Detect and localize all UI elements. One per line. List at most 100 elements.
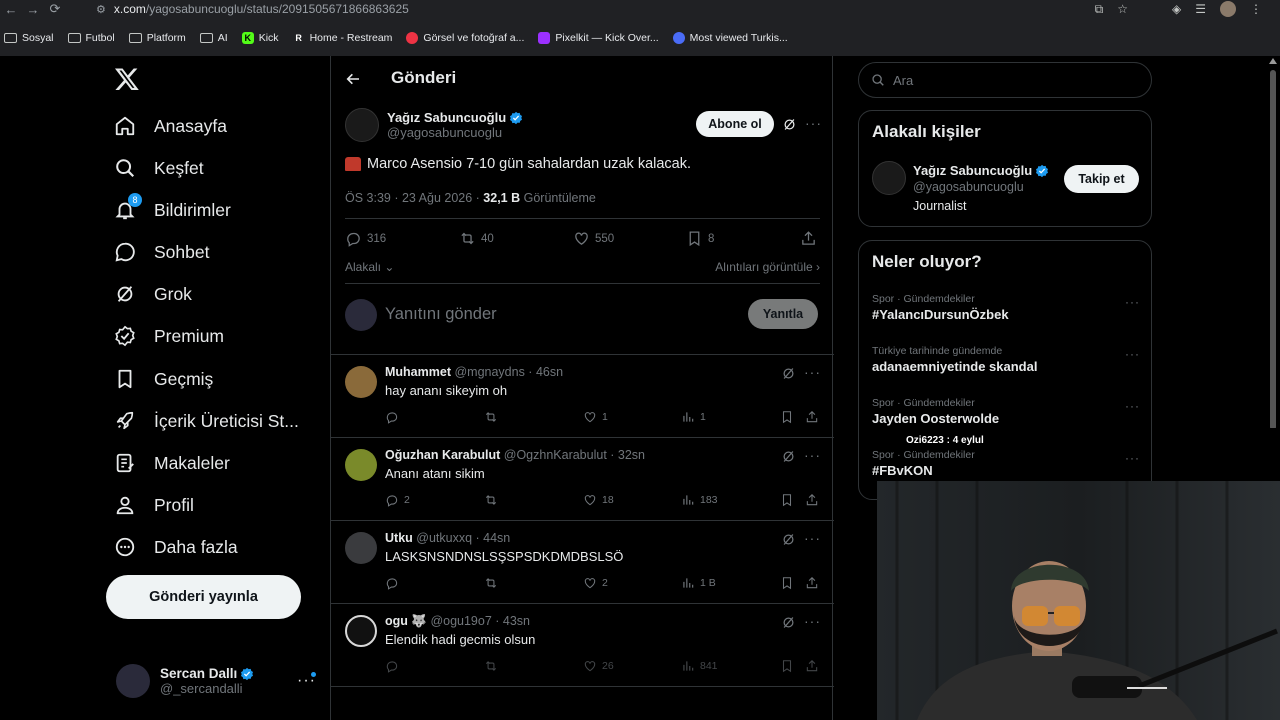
star-icon[interactable]: ☆ xyxy=(1117,2,1128,16)
view-quotes-link[interactable]: Alıntıları görüntüle › xyxy=(715,260,820,274)
share-action[interactable] xyxy=(805,659,819,673)
bookmark-action[interactable] xyxy=(780,576,794,590)
site-info-icon[interactable]: ⚙ xyxy=(96,3,106,16)
repost-action[interactable] xyxy=(484,576,503,590)
grok-icon[interactable] xyxy=(782,117,797,132)
nav-bookmarks[interactable]: Geçmiş xyxy=(114,364,213,394)
grok-icon[interactable] xyxy=(781,366,796,381)
bookmark-kick[interactable]: K Kick xyxy=(241,32,279,44)
bookmark-action[interactable] xyxy=(780,410,794,424)
author-name[interactable]: Yağız Sabuncuoğlu xyxy=(387,110,506,125)
bookmark-most-viewed[interactable]: Most viewed Turkis... xyxy=(672,32,788,44)
bookmark-sosyal[interactable]: Sosyal xyxy=(4,32,54,44)
sort-relevant-dropdown[interactable]: Alakalı ⌄ xyxy=(345,260,394,274)
follow-button[interactable]: Takip et xyxy=(1064,165,1139,193)
post-more-icon[interactable]: ··· xyxy=(805,115,822,131)
views-action[interactable]: 841 xyxy=(681,659,718,673)
nav-grok[interactable]: Grok xyxy=(114,279,192,309)
bookmark-ai[interactable]: AI xyxy=(199,32,228,44)
like-action[interactable]: 550 xyxy=(573,230,614,247)
extension-icon[interactable]: ◈ xyxy=(1172,2,1181,16)
reply-author-name[interactable]: Utku xyxy=(385,531,413,545)
bookmark-platform[interactable]: Platform xyxy=(128,32,186,44)
trend-item[interactable]: Türkiye tarihinde gündemde adanaemniyeti… xyxy=(872,345,1142,374)
bookmark-action[interactable]: 8 xyxy=(686,230,714,247)
repost-action[interactable] xyxy=(484,493,503,507)
x-logo-icon[interactable] xyxy=(114,66,140,92)
trend-more-icon[interactable]: ··· xyxy=(1125,451,1140,465)
reply-button[interactable]: Yanıtla xyxy=(748,299,818,329)
reply-action[interactable]: 2 xyxy=(385,493,410,507)
reply-item[interactable]: Muhammet @mgnaydns · 46sn ··· hay ananı … xyxy=(331,354,834,437)
person-info[interactable]: Yağız Sabuncuoğlu @yagosabuncuoglu Journ… xyxy=(913,163,1049,213)
reply-action[interactable]: 316 xyxy=(345,230,386,247)
repost-action[interactable] xyxy=(484,410,503,424)
reply-more-icon[interactable]: ··· xyxy=(804,613,821,629)
search-input[interactable]: Ara xyxy=(858,62,1152,98)
reply-more-icon[interactable]: ··· xyxy=(804,364,821,380)
trend-more-icon[interactable]: ··· xyxy=(1125,295,1140,309)
reply-author-name[interactable]: Oğuzhan Karabulut xyxy=(385,448,500,462)
views-action[interactable]: 1 B xyxy=(681,576,716,590)
repost-action[interactable] xyxy=(484,659,503,673)
reply-more-icon[interactable]: ··· xyxy=(804,447,821,463)
avatar[interactable] xyxy=(345,615,377,647)
menu-icon[interactable]: ⋮ xyxy=(1250,2,1262,16)
nav-notifications[interactable]: 8 Bildirimler xyxy=(114,193,231,225)
share-action[interactable] xyxy=(805,410,819,424)
bookmark-futbol[interactable]: Futbol xyxy=(67,32,115,44)
views-action[interactable]: 183 xyxy=(681,493,718,507)
nav-chat[interactable]: Sohbet xyxy=(114,237,209,267)
like-action[interactable]: 18 xyxy=(583,493,614,507)
reply-action[interactable] xyxy=(385,659,404,673)
post-button[interactable]: Gönderi yayınla xyxy=(106,575,301,619)
nav-more[interactable]: Daha fazla xyxy=(114,532,238,562)
bookmark-action[interactable] xyxy=(780,493,794,507)
queue-icon[interactable]: ☰ xyxy=(1195,2,1206,16)
avatar[interactable] xyxy=(345,449,377,481)
reply-input[interactable]: Yanıtını gönder xyxy=(385,305,497,324)
nav-home[interactable]: Anasayfa xyxy=(114,111,227,141)
avatar[interactable] xyxy=(345,532,377,564)
reply-author-name[interactable]: ogu 🐺 xyxy=(385,614,427,628)
views-action[interactable]: 1 xyxy=(681,410,706,424)
bookmark-restream[interactable]: R Home - Restream xyxy=(293,32,392,44)
reply-action[interactable] xyxy=(385,576,404,590)
bookmark-pixelkit[interactable]: Pixelkit — Kick Over... xyxy=(538,32,659,44)
share-action[interactable] xyxy=(805,493,819,507)
avatar[interactable] xyxy=(872,161,906,195)
grok-icon[interactable] xyxy=(781,532,796,547)
nav-creator-studio[interactable]: İçerik Üreticisi St... xyxy=(114,406,299,436)
reply-item[interactable]: Utku @utkuxxq · 44sn ··· LASKSNSNDNSLSŞS… xyxy=(331,520,834,603)
nav-profile[interactable]: Profil xyxy=(114,490,194,520)
page-scrollbar[interactable] xyxy=(1269,58,1277,428)
account-switcher[interactable]: Sercan Dallı @_sercandalli xyxy=(116,664,254,698)
nav-premium[interactable]: Premium xyxy=(114,321,224,351)
grok-icon[interactable] xyxy=(781,615,796,630)
like-action[interactable]: 26 xyxy=(583,659,614,673)
back-arrow-icon[interactable] xyxy=(345,71,361,87)
reply-item[interactable]: ogu 🐺 @ogu19o7 · 43sn ··· Elendik hadi g… xyxy=(331,603,834,686)
install-icon[interactable]: ⧉ xyxy=(1095,2,1104,17)
subscribe-button[interactable]: Abone ol xyxy=(696,111,774,137)
trend-item[interactable]: Spor · Gündemdekiler #FBvKON ··· xyxy=(872,449,1142,478)
trend-item[interactable]: Spor · Gündemdekiler #YalancıDursunÖzbek… xyxy=(872,293,1142,322)
profile-avatar[interactable] xyxy=(1220,1,1236,17)
reload-icon[interactable]: ⟳ xyxy=(44,0,66,18)
trend-more-icon[interactable]: ··· xyxy=(1125,347,1140,361)
share-action[interactable] xyxy=(800,230,817,247)
forward-icon[interactable]: → xyxy=(22,0,44,18)
repost-action[interactable]: 40 xyxy=(459,230,494,247)
nav-articles[interactable]: Makaleler xyxy=(114,448,230,478)
avatar[interactable] xyxy=(345,366,377,398)
trend-item[interactable]: Spor · Gündemdekiler Jayden Oosterwolde … xyxy=(872,397,1142,426)
trend-more-icon[interactable]: ··· xyxy=(1125,399,1140,413)
bookmark-action[interactable] xyxy=(780,659,794,673)
reply-author-name[interactable]: Muhammet xyxy=(385,365,451,379)
like-action[interactable]: 2 xyxy=(583,576,608,590)
grok-icon[interactable] xyxy=(781,449,796,464)
bookmark-gorsel[interactable]: Görsel ve fotoğraf a... xyxy=(406,32,524,44)
reply-action[interactable] xyxy=(385,410,404,424)
author-avatar[interactable] xyxy=(345,108,379,142)
back-icon[interactable]: ← xyxy=(0,0,22,18)
